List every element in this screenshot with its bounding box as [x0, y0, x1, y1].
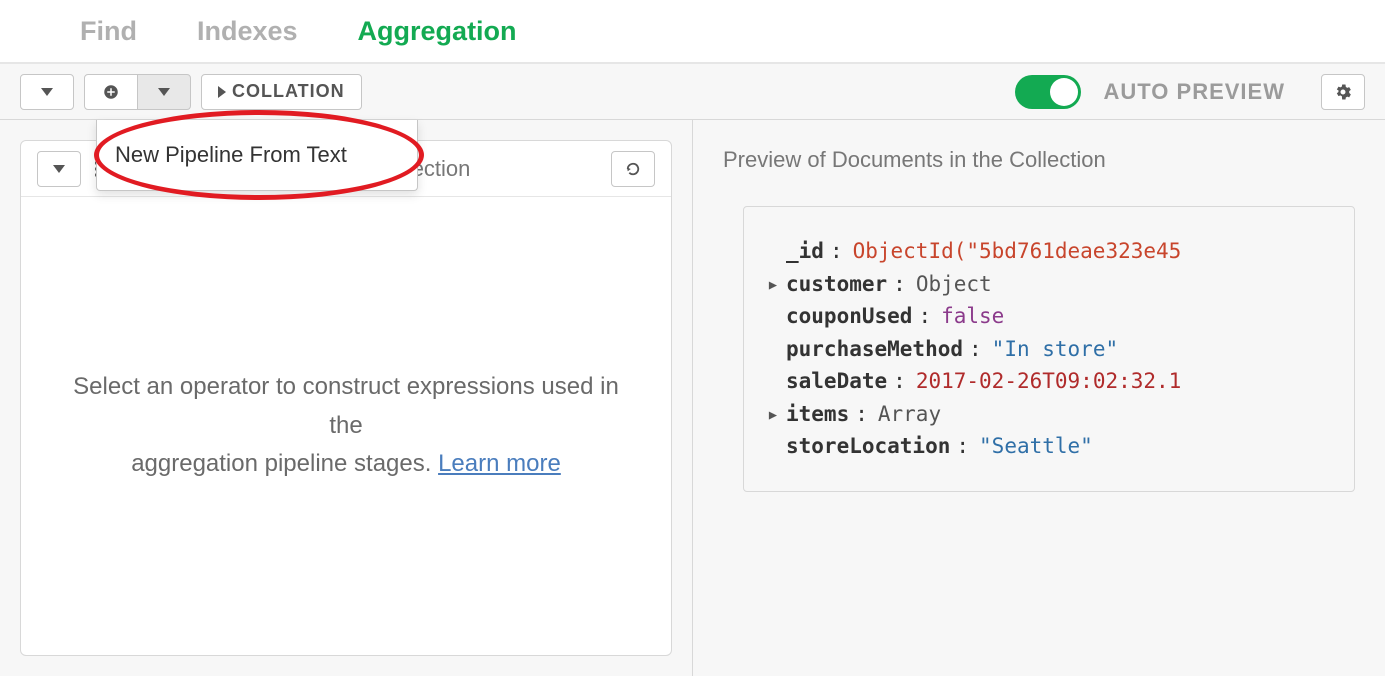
doc-field-saledate: saleDate: 2017-02-26T09:02:32.1 [766, 365, 1332, 398]
collation-button[interactable]: COLLATION [201, 74, 362, 110]
expand-icon[interactable]: ▸ [766, 398, 780, 431]
field-value: "In store" [992, 333, 1118, 366]
field-value: ObjectId("5bd761deae323e45 [853, 235, 1182, 268]
add-pipeline-button[interactable] [84, 74, 138, 110]
field-key: storeLocation [786, 430, 950, 463]
add-pipeline-button-group [84, 74, 191, 110]
new-pipeline-from-text-item[interactable]: New Pipeline From Text [115, 142, 347, 167]
field-key: purchaseMethod [786, 333, 963, 366]
auto-preview-toggle[interactable] [1015, 75, 1081, 109]
collation-label: COLLATION [232, 81, 345, 102]
field-key: saleDate [786, 365, 887, 398]
tab-find[interactable]: Find [80, 16, 137, 47]
tab-indexes[interactable]: Indexes [197, 16, 298, 47]
caret-down-icon [158, 88, 170, 96]
add-pipeline-dropdown-toggle[interactable] [137, 74, 191, 110]
auto-preview-label: AUTO PREVIEW [1103, 79, 1285, 105]
field-value: "Seattle" [979, 430, 1093, 463]
doc-field-id: _id: ObjectId("5bd761deae323e45 [766, 235, 1332, 268]
collapse-stage-button[interactable] [37, 151, 81, 187]
settings-button[interactable] [1321, 74, 1365, 110]
gear-icon [1333, 82, 1353, 102]
doc-field-items: ▸ items: Array [766, 398, 1332, 431]
aggregation-toolbar: COLLATION AUTO PREVIEW New Pipeline From… [0, 64, 1385, 120]
placeholder-line2-pre: aggregation pipeline stages. [131, 450, 438, 477]
tab-aggregation[interactable]: Aggregation [358, 16, 517, 47]
collection-tabs: Find Indexes Aggregation [0, 0, 1385, 64]
field-key: _id [786, 235, 824, 268]
caret-right-icon [218, 86, 226, 98]
field-key: customer [786, 268, 887, 301]
expand-button[interactable] [20, 74, 74, 110]
document-preview: _id: ObjectId("5bd761deae323e45 ▸ custom… [743, 206, 1355, 492]
plus-circle-icon [102, 83, 120, 101]
new-pipeline-dropdown[interactable]: New Pipeline From Text [96, 120, 418, 191]
pipeline-card-body: Select an operator to construct expressi… [21, 197, 671, 655]
doc-field-storelocation: storeLocation: "Seattle" [766, 430, 1332, 463]
learn-more-link[interactable]: Learn more [438, 450, 561, 477]
pipeline-placeholder: Select an operator to construct expressi… [61, 368, 631, 483]
placeholder-line1: Select an operator to construct expressi… [73, 373, 619, 438]
refresh-button[interactable] [611, 151, 655, 187]
refresh-icon [624, 160, 642, 178]
field-key: couponUsed [786, 300, 912, 333]
field-value: false [941, 300, 1004, 333]
pipeline-pane: 5000 Documentsin the Collection Select a… [0, 120, 693, 676]
field-value: 2017-02-26T09:02:32.1 [916, 365, 1182, 398]
field-key: items [786, 398, 849, 431]
field-value: Array [878, 398, 941, 431]
preview-pane: Preview of Documents in the Collection _… [693, 120, 1385, 676]
pipeline-card: 5000 Documentsin the Collection Select a… [20, 140, 672, 656]
field-value: Object [916, 268, 992, 301]
doc-field-customer: ▸ customer: Object [766, 268, 1332, 301]
aggregation-main: 5000 Documentsin the Collection Select a… [0, 120, 1385, 676]
expand-icon[interactable]: ▸ [766, 268, 780, 301]
doc-field-purchasemethod: purchaseMethod: "In store" [766, 333, 1332, 366]
toggle-knob [1050, 78, 1078, 106]
chevron-down-icon [41, 88, 53, 96]
chevron-down-icon [53, 165, 65, 173]
preview-header: Preview of Documents in the Collection [693, 120, 1385, 176]
doc-field-couponused: couponUsed: false [766, 300, 1332, 333]
